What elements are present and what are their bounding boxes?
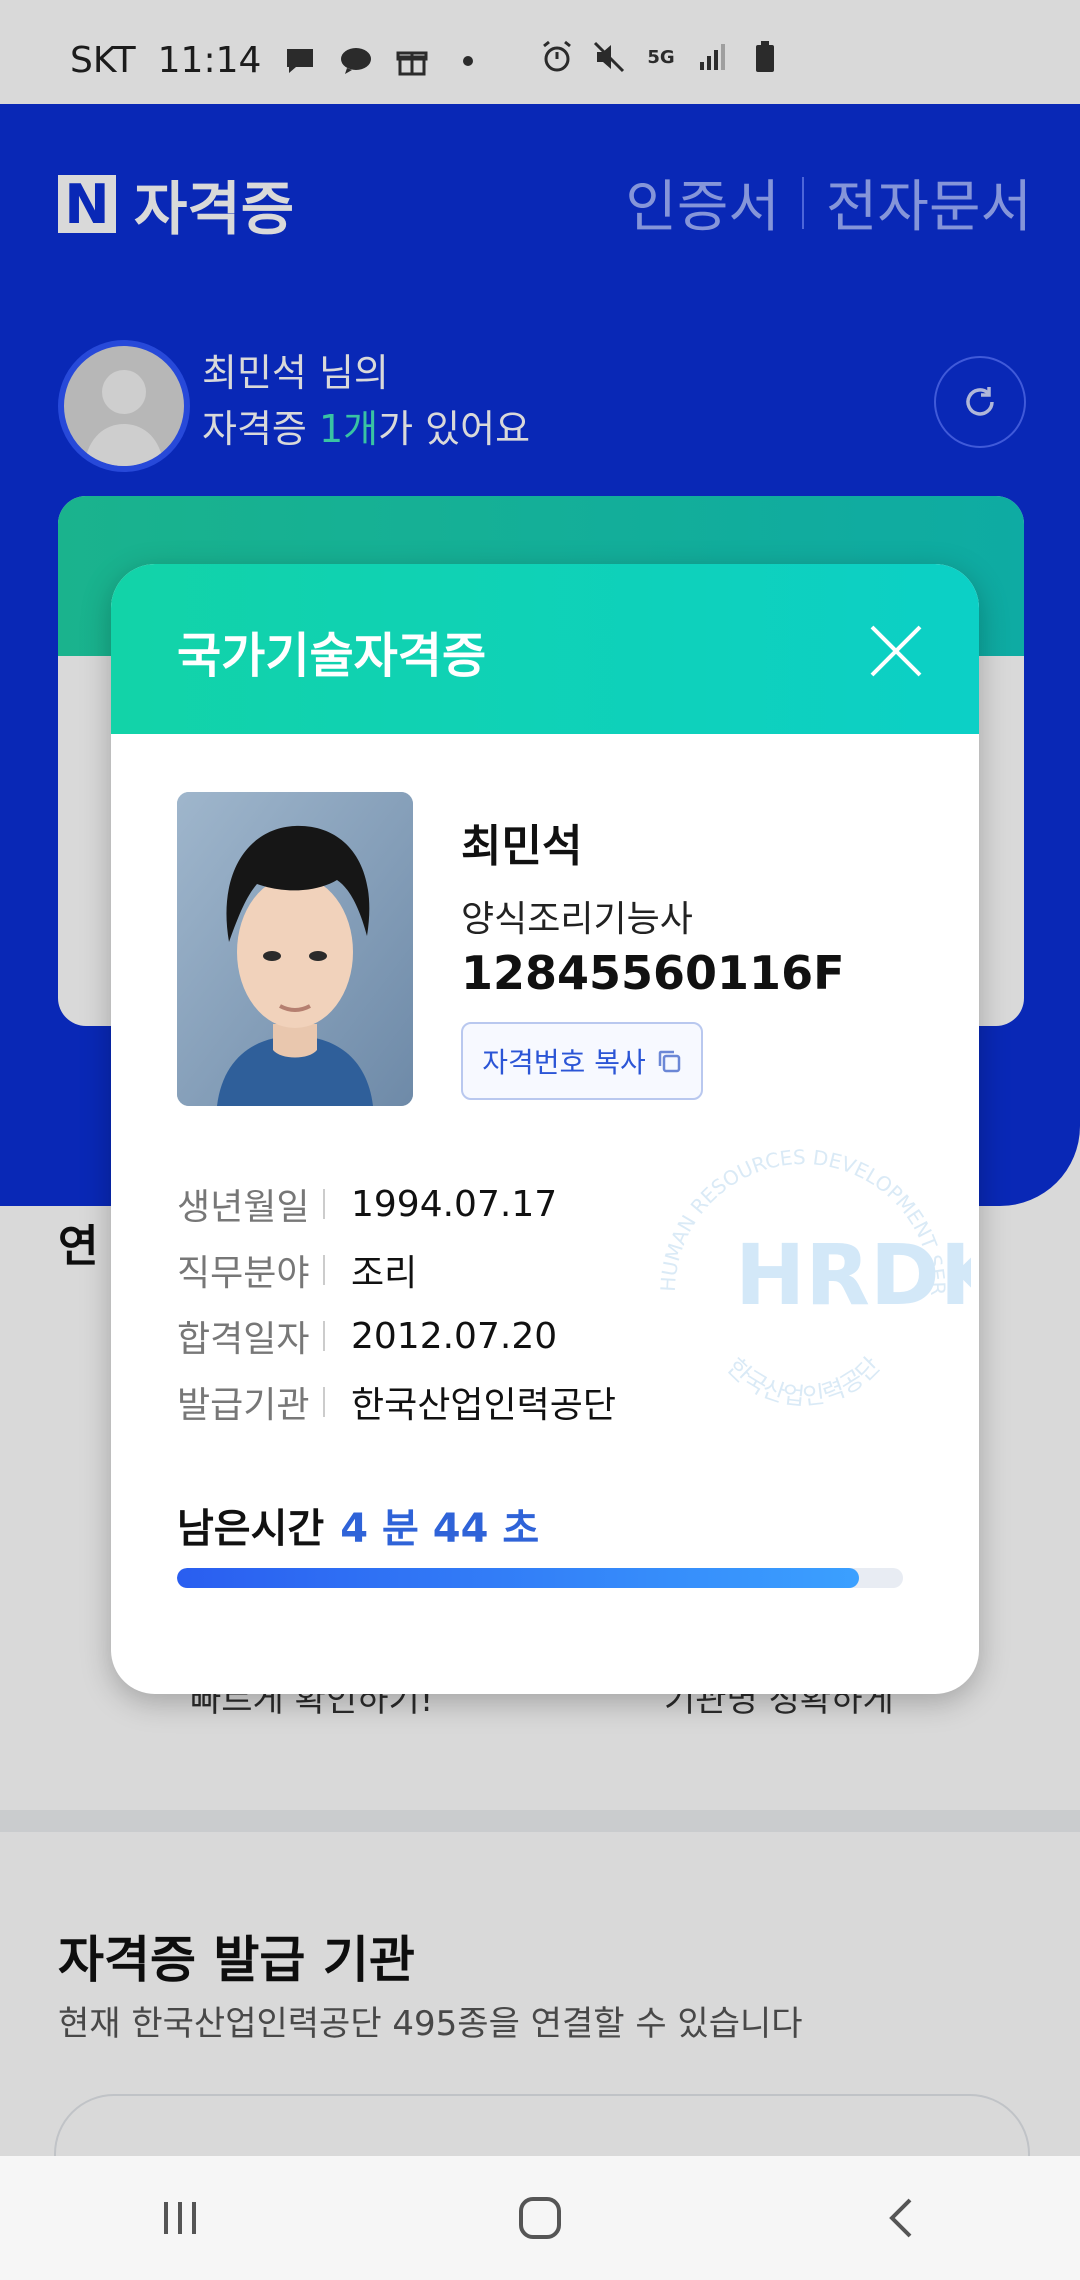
holder-photo xyxy=(177,792,413,1106)
info-value: 조리 xyxy=(351,1253,418,1294)
info-row-job-field: 직무분야 조리 xyxy=(177,1244,417,1296)
info-divider xyxy=(323,1189,325,1219)
modal-title: 국가기술자격증 xyxy=(177,628,487,684)
back-button[interactable] xyxy=(840,2178,960,2258)
info-value: 2012.07.20 xyxy=(351,1315,558,1357)
timer-label: 남은시간 xyxy=(177,1506,325,1552)
watermark-ring-ko: 한국산업인력공단 xyxy=(722,1352,886,1411)
timer-progress-fill xyxy=(177,1568,860,1588)
back-icon xyxy=(889,2198,912,2238)
close-icon xyxy=(870,625,922,677)
info-row-birthdate: 생년월일 1994.07.17 xyxy=(177,1178,557,1230)
info-value: 1994.07.17 xyxy=(351,1183,558,1225)
holder-name: 최민석 xyxy=(461,821,583,872)
timer-minutes-unit: 분 xyxy=(381,1506,419,1552)
info-divider xyxy=(323,1321,325,1351)
copy-icon xyxy=(658,1050,680,1073)
recent-apps-button[interactable] xyxy=(120,2178,240,2258)
timer-seconds-unit: 초 xyxy=(502,1506,540,1552)
info-label: 합격일자 xyxy=(177,1319,310,1360)
info-row-issuer: 발급기관 한국산업인력공단 xyxy=(177,1376,616,1428)
close-button[interactable] xyxy=(859,614,933,688)
timer-value: 4 분 44 초 xyxy=(340,1496,539,1554)
svg-text:한국산업인력공단: 한국산업인력공단 xyxy=(722,1352,886,1411)
info-divider xyxy=(323,1387,325,1417)
info-divider xyxy=(323,1255,325,1285)
system-nav-bar xyxy=(0,2156,1080,2280)
certificate-name: 양식조리기능사 xyxy=(461,899,693,940)
home-button[interactable] xyxy=(480,2178,600,2258)
certificate-number: 12845560116F xyxy=(461,946,845,1000)
recent-apps-icon xyxy=(164,2202,196,2234)
info-label: 발급기관 xyxy=(177,1385,310,1426)
hrdk-watermark-logo: HUMAN RESOURCES DEVELOPMENT SERVICE OF K… xyxy=(635,1124,971,1411)
info-label: 직무분야 xyxy=(177,1253,310,1294)
copy-button-label: 자격번호 복사 xyxy=(482,1046,646,1079)
home-icon xyxy=(519,2197,561,2239)
timer-progress-track xyxy=(177,1568,903,1588)
timer-minutes: 4 xyxy=(340,1506,369,1552)
modal-header: 국가기술자격증 xyxy=(111,564,979,734)
watermark-logo-text: HRDK xyxy=(735,1226,971,1324)
copy-number-button[interactable]: 자격번호 복사 xyxy=(461,1022,703,1100)
certificate-modal: 국가기술자격증 최민석 양식조리기능사 12845560116F 자격번호 복사 xyxy=(111,564,979,1694)
info-label: 생년월일 xyxy=(177,1187,310,1228)
remaining-time: 남은시간 4 분 44 초 xyxy=(177,1496,539,1554)
info-row-pass-date: 합격일자 2012.07.20 xyxy=(177,1310,557,1362)
timer-seconds: 44 xyxy=(432,1506,489,1552)
info-value: 한국산업인력공단 xyxy=(351,1385,616,1426)
